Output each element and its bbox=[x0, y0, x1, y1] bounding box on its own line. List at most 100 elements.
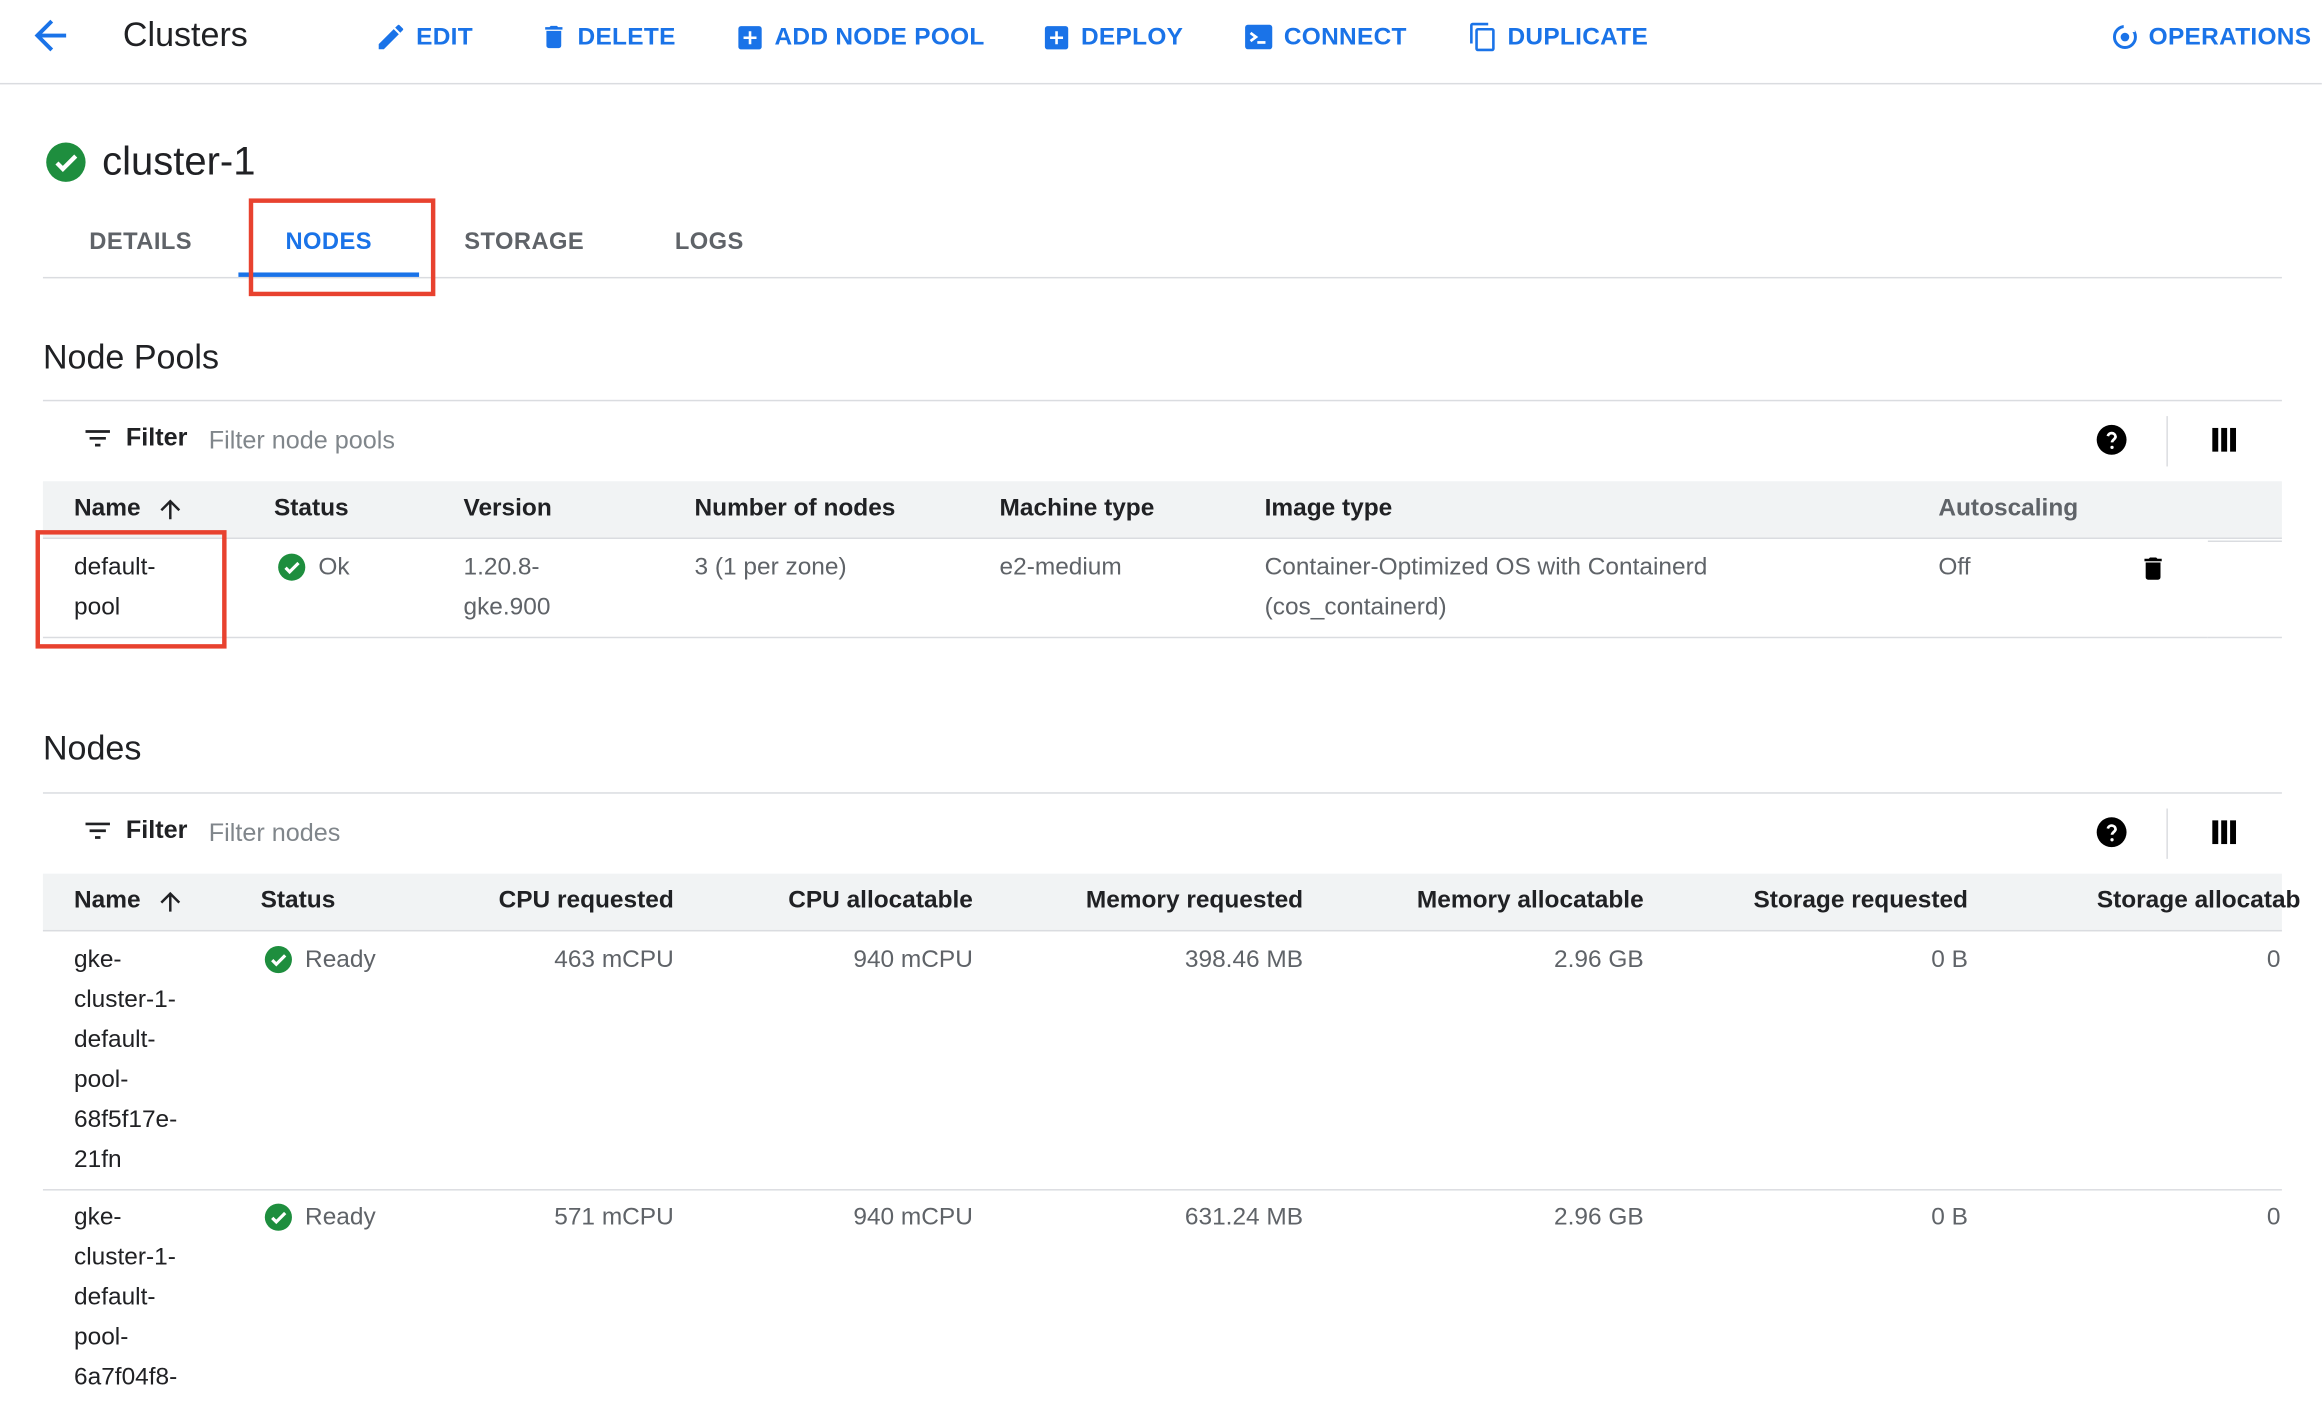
add-node-pool-button[interactable]: ADD NODE POOL bbox=[734, 18, 984, 57]
node-memory-requested: 398.46 MB bbox=[1184, 946, 1304, 973]
filter-icon bbox=[85, 430, 110, 447]
node-pool-num-nodes: 3 (1 per zone) bbox=[694, 553, 847, 581]
column-header-autoscaling: Autoscaling bbox=[1938, 494, 2079, 522]
node-cpu-requested: 571 mCPU bbox=[554, 1203, 674, 1231]
top-toolbar: Clusters EDIT DELETE ADD NODE POOL DEPLO… bbox=[0, 0, 2322, 85]
delete-button[interactable]: DELETE bbox=[539, 18, 676, 57]
node-pools-filter-button[interactable]: Filter bbox=[81, 422, 187, 455]
nodes-table-header: Name Status CPU requested CPU allocatabl… bbox=[42, 873, 2300, 932]
deploy-button[interactable]: DEPLOY bbox=[1041, 18, 1183, 57]
sort-arrow-up-icon[interactable] bbox=[155, 493, 185, 526]
tab-storage[interactable]: STORAGE bbox=[443, 207, 606, 277]
image-type-line: Container-Optimized OS with Containerd bbox=[1264, 553, 1708, 581]
add-box-icon bbox=[1044, 25, 1069, 49]
duplicate-button-label: DUPLICATE bbox=[1507, 22, 1649, 50]
nodes-filter-bar: Filter bbox=[43, 794, 2282, 874]
operations-icon bbox=[2112, 24, 2137, 49]
node-name-line: pool- bbox=[74, 1323, 129, 1351]
tab-details[interactable]: DETAILS bbox=[55, 207, 227, 277]
node-cpu-allocatable: 940 mCPU bbox=[853, 1203, 973, 1231]
active-tab-indicator bbox=[238, 272, 420, 277]
node-pools-filter-input[interactable] bbox=[208, 422, 1246, 461]
node-pool-autoscaling: Off bbox=[1938, 553, 1971, 581]
column-header-storage-requested: Storage requested bbox=[1753, 886, 1968, 914]
node-storage-requested: 0 B bbox=[1931, 946, 1968, 973]
operations-button-label: OPERATIONS bbox=[2148, 22, 2312, 50]
node-name-line: pool- bbox=[74, 1066, 129, 1093]
column-header-memory-allocatable: Memory allocatable bbox=[1416, 886, 1644, 914]
column-header-image-type: Image type bbox=[1264, 494, 1393, 522]
node-pool-name[interactable]: default- pool bbox=[74, 548, 156, 628]
node-name[interactable]: gke- cluster-1- default- pool- 6a7f04f8- bbox=[74, 1198, 177, 1398]
column-header-name[interactable]: Name bbox=[74, 495, 141, 523]
filter-icon bbox=[85, 822, 110, 839]
status-text: Ok bbox=[318, 553, 350, 580]
node-name-line: default- bbox=[74, 1026, 156, 1053]
node-pool-status: Ok bbox=[277, 552, 350, 582]
operations-button[interactable]: OPERATIONS bbox=[2110, 18, 2311, 57]
column-display-icon[interactable] bbox=[2209, 817, 2239, 847]
trash-icon bbox=[545, 25, 563, 49]
check-circle-icon bbox=[46, 142, 86, 182]
check-circle-icon bbox=[278, 553, 306, 581]
column-header-version: Version bbox=[463, 494, 552, 522]
column-header-status: Status bbox=[260, 886, 336, 914]
node-storage-allocatable: 0 bbox=[2266, 946, 2281, 973]
help-icon[interactable] bbox=[2095, 424, 2128, 457]
node-name[interactable]: gke- cluster-1- default- pool- 68f5f17e-… bbox=[74, 940, 177, 1180]
add-node-pool-label: ADD NODE POOL bbox=[774, 22, 985, 50]
filter-label: Filter bbox=[125, 815, 188, 845]
node-storage-requested: 0 B bbox=[1931, 1203, 1968, 1231]
column-header-machine-type: Machine type bbox=[999, 494, 1155, 522]
row-divider bbox=[42, 1189, 2282, 1191]
node-name-line: gke- bbox=[74, 1203, 122, 1231]
image-type-line: (cos_containerd) bbox=[1264, 593, 1447, 621]
page-root: Clusters EDIT DELETE ADD NODE POOL DEPLO… bbox=[0, 0, 2322, 1411]
terminal-icon bbox=[1245, 24, 1273, 50]
tab-logs[interactable]: LOGS bbox=[650, 207, 768, 277]
tab-bar: DETAILS NODES STORAGE LOGS bbox=[42, 207, 2282, 279]
column-display-icon[interactable] bbox=[2209, 425, 2239, 455]
node-cpu-allocatable: 940 mCPU bbox=[853, 946, 973, 973]
node-pool-version: 1.20.8- gke.900 bbox=[463, 548, 550, 628]
nodes-filter-button[interactable]: Filter bbox=[81, 814, 187, 847]
duplicate-button[interactable]: DUPLICATE bbox=[1467, 18, 1648, 57]
node-name-line: cluster-1- bbox=[74, 1243, 176, 1271]
connect-button-label: CONNECT bbox=[1283, 22, 1407, 50]
status-text: Ready bbox=[305, 1203, 376, 1230]
node-status: Ready bbox=[264, 1202, 376, 1232]
column-header-name[interactable]: Name bbox=[74, 887, 141, 915]
divider bbox=[2166, 416, 2168, 467]
back-arrow-icon[interactable] bbox=[27, 12, 74, 59]
row-divider bbox=[2207, 540, 2282, 542]
add-box-icon bbox=[738, 25, 762, 49]
node-name-line: default- bbox=[74, 1283, 156, 1311]
delete-node-pool-trash-icon[interactable] bbox=[2138, 552, 2168, 585]
node-pools-filter-bar: Filter bbox=[43, 401, 2282, 481]
node-pool-image-type: Container-Optimized OS with Containerd (… bbox=[1265, 548, 1708, 628]
node-pool-machine-type: e2-medium bbox=[999, 553, 1122, 581]
column-header-cpu-allocatable: CPU allocatable bbox=[788, 886, 973, 914]
sort-arrow-up-icon[interactable] bbox=[155, 886, 185, 919]
delete-button-label: DELETE bbox=[577, 22, 676, 50]
column-header-num-nodes: Number of nodes bbox=[694, 494, 896, 522]
connect-button[interactable]: CONNECT bbox=[1242, 18, 1406, 57]
divider bbox=[2166, 808, 2168, 859]
node-name-line: cluster-1- bbox=[74, 986, 176, 1013]
toolbar-title: Clusters bbox=[122, 14, 248, 54]
node-name-line: gke- bbox=[74, 946, 122, 973]
status-text: Ready bbox=[305, 945, 376, 973]
copy-icon bbox=[1470, 22, 1495, 52]
column-header-storage-allocatable: Storage allocatab bbox=[2096, 886, 2301, 914]
nodes-filter-input[interactable] bbox=[208, 814, 1246, 853]
version-line: gke.900 bbox=[463, 593, 551, 621]
edit-button[interactable]: EDIT bbox=[375, 18, 473, 57]
cluster-header: cluster-1 bbox=[44, 139, 255, 185]
cluster-name: cluster-1 bbox=[102, 139, 256, 184]
filter-label: Filter bbox=[125, 423, 188, 452]
node-cpu-requested: 463 mCPU bbox=[554, 946, 674, 973]
tab-nodes[interactable]: NODES bbox=[238, 207, 419, 277]
help-icon[interactable] bbox=[2095, 816, 2128, 849]
node-memory-allocatable: 2.96 GB bbox=[1554, 1203, 1644, 1231]
node-pool-name-line: default- bbox=[74, 553, 156, 581]
